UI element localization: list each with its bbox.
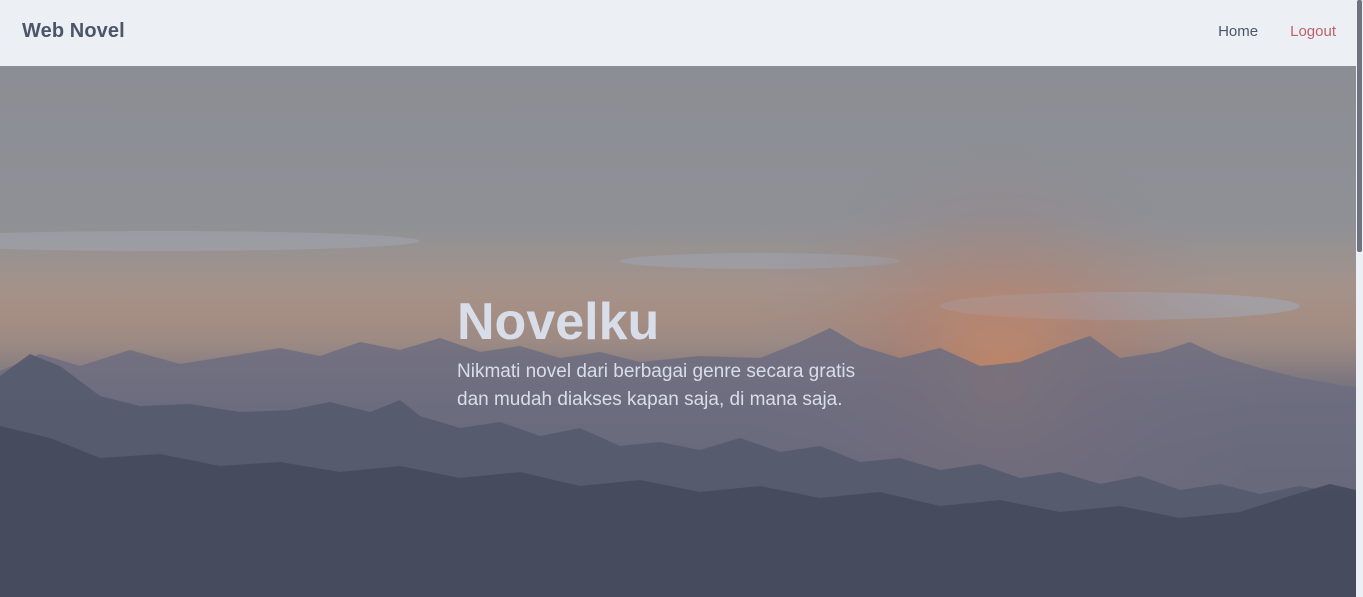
hero-subtitle-line-2: dan mudah diakses kapan saja, di mana sa…	[457, 389, 843, 410]
hero-subtitle-line-1: Nikmati novel dari berbagai genre secara…	[457, 361, 856, 382]
top-navbar: Web Novel Home Logout	[0, 0, 1356, 66]
nav-home-link[interactable]: Home	[1218, 23, 1258, 40]
nav-links: Home Logout	[1218, 23, 1336, 40]
hero-title: Novelku	[457, 293, 660, 351]
nav-logout-link[interactable]: Logout	[1290, 23, 1336, 40]
scrollbar-thumb[interactable]	[1357, 0, 1362, 252]
hero-section: Novelku Nikmati novel dari berbagai genr…	[0, 66, 1356, 597]
brand-logo-link[interactable]: Web Novel	[22, 20, 125, 43]
hero-content: Novelku Nikmati novel dari berbagai genr…	[457, 292, 927, 414]
page-scrollbar[interactable]	[1356, 0, 1363, 597]
hero-subtitle: Nikmati novel dari berbagai genre secara…	[457, 358, 927, 414]
